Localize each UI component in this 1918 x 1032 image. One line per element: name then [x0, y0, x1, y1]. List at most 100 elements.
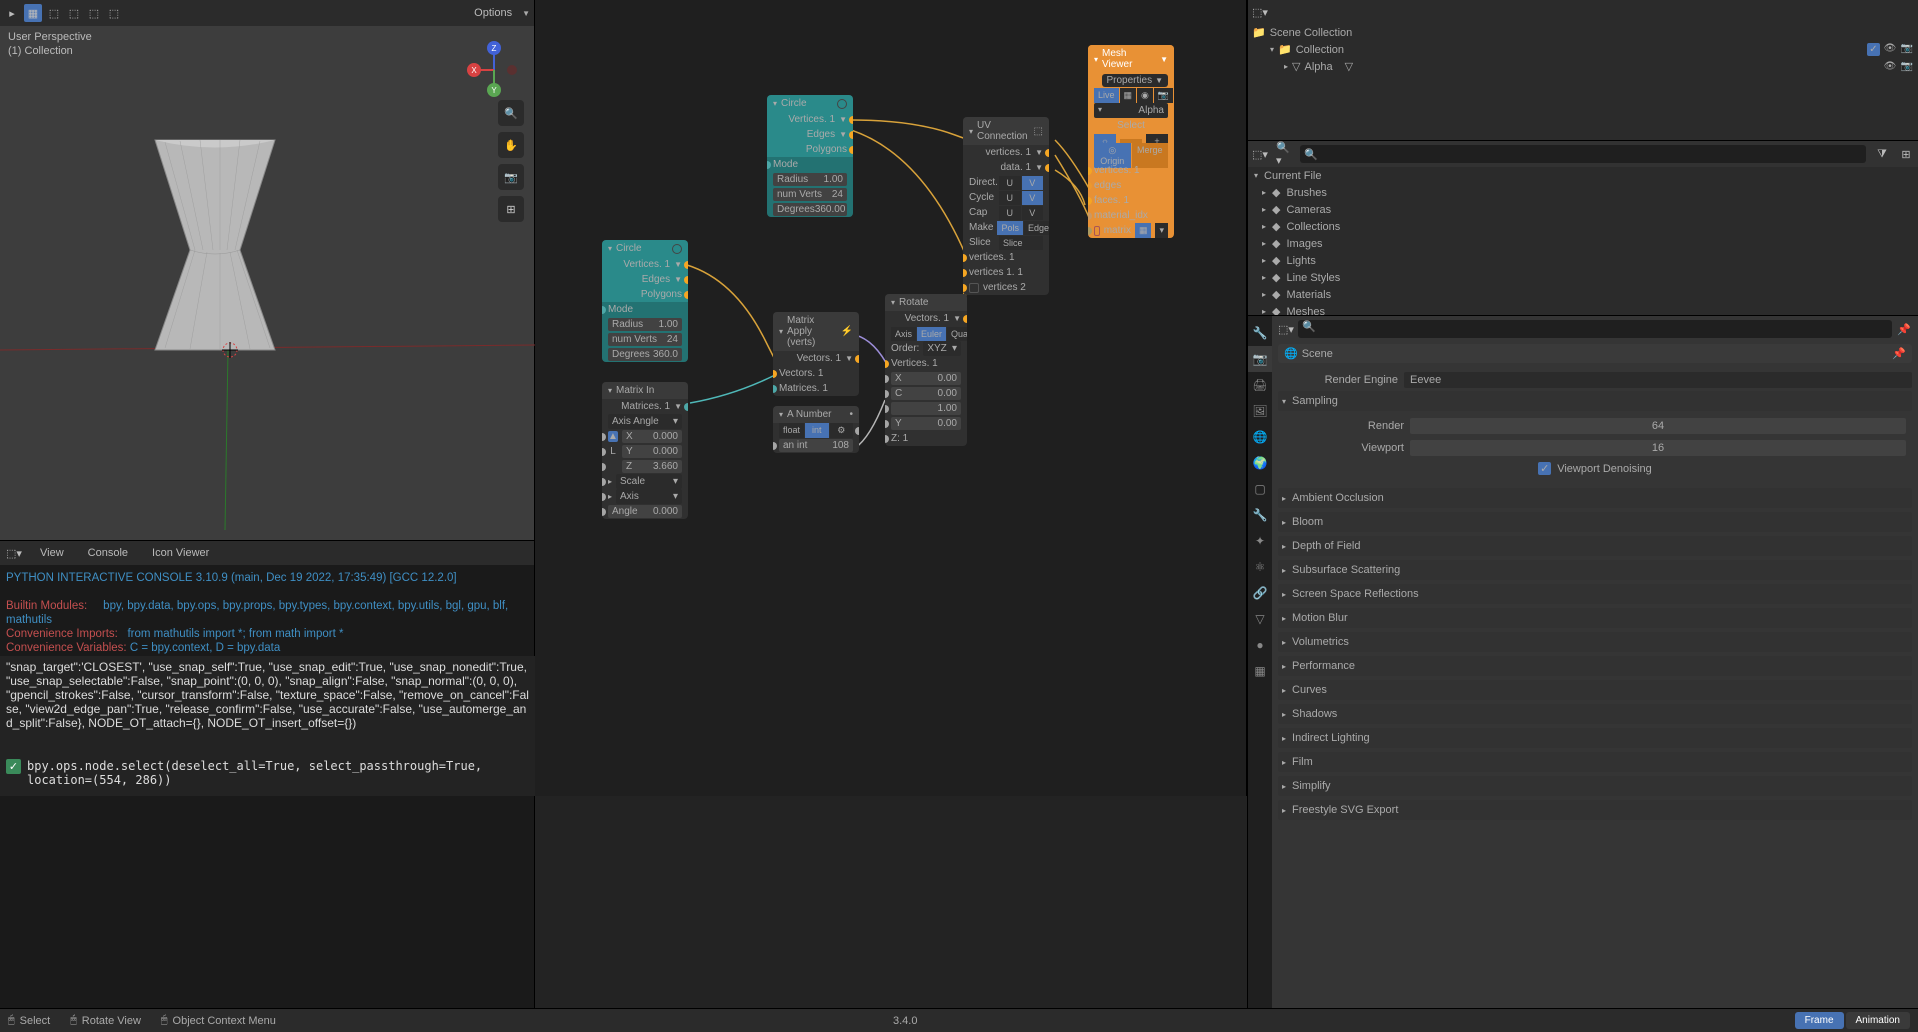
chevron-down-icon[interactable]: ▼ [522, 9, 530, 18]
tab-particle[interactable]: ✦ [1248, 528, 1272, 554]
viewport-denoising-checkbox[interactable]: ✓ [1538, 462, 1551, 475]
status-bar: 🖱 Select 🖱 Rotate View 🖱 Object Context … [0, 1008, 1918, 1032]
node-editor[interactable]: ▾Circle Vertices. 1▼ Edges▼ Polygons Mod… [535, 0, 1247, 796]
mode-icon-3[interactable]: ⬚ [66, 5, 82, 21]
viewport-header: ▸ ▦ ⬚ ⬚ ⬚ ⬚ Options ▼ [0, 0, 534, 26]
navigation-gizmo[interactable]: Z X Y [464, 40, 524, 100]
mode-icon-5[interactable]: ⬚ [106, 5, 122, 21]
pin-icon[interactable]: 📌 [1892, 347, 1906, 360]
light-icon: ◆ [1272, 254, 1280, 267]
node-circle-1[interactable]: ▾Circle Vertices. 1▼ Edges▼ Polygons Mod… [767, 95, 853, 217]
animation-button[interactable]: Animation [1846, 1012, 1910, 1029]
current-file-item[interactable]: ▸◆Line Styles [1248, 269, 1918, 286]
properties-tabs: 🔧 📷 🖨 🖼 🌐 🌍 ▢ 🔧 ✦ ⚛ 🔗 ▽ ● ▦ [1248, 316, 1272, 1032]
display-mode-icon[interactable]: ⬚▾ [1252, 146, 1268, 162]
current-file-item[interactable]: ▸◆Cameras [1248, 201, 1918, 218]
console-menu-view[interactable]: View [34, 545, 70, 561]
console-menu-iconviewer[interactable]: Icon Viewer [146, 545, 215, 561]
success-check-icon: ✓ [6, 759, 21, 774]
render-engine-select[interactable]: Eevee [1404, 372, 1912, 388]
panel-performance: ▸Performance [1278, 656, 1912, 676]
cursor-tool-icon[interactable]: ▸ [4, 5, 20, 21]
node-matrix-apply[interactable]: ▾Matrix Apply (verts)⚡ Vectors. 1▼ Vecto… [773, 312, 859, 396]
eye-icon[interactable]: 👁 [1883, 61, 1897, 72]
mode-icon-2[interactable]: ⬚ [46, 5, 62, 21]
tab-material[interactable]: ● [1248, 632, 1272, 658]
panel-subsurface-scattering: ▸Subsurface Scattering [1278, 560, 1912, 580]
panel-film: ▸Film [1278, 752, 1912, 772]
perspective-tool-icon[interactable]: ⊞ [498, 196, 524, 222]
node-circle-2[interactable]: ▾Circle Vertices. 1▼ Edges▼ Polygons Mod… [602, 240, 688, 362]
properties-search-input[interactable]: 🔍 [1298, 320, 1892, 338]
outliner-search-input[interactable]: 🔍 [1300, 145, 1866, 163]
tab-scene[interactable]: 🌐 [1248, 424, 1272, 450]
tab-output[interactable]: 🖨 [1248, 372, 1272, 398]
tab-object[interactable]: ▢ [1248, 476, 1272, 502]
tab-physics[interactable]: ⚛ [1248, 554, 1272, 580]
scene-icon: 🌐 [1284, 347, 1298, 360]
current-file-item[interactable]: ▸◆Brushes [1248, 184, 1918, 201]
render-icon[interactable]: 📷 [1900, 43, 1914, 56]
node-uv-connection[interactable]: ▾UV Connection⬚ vertices. 1▼ data. 1▼ Di… [963, 117, 1049, 295]
tab-render[interactable]: 📷 [1248, 346, 1272, 372]
mesh-viewport-object[interactable] [145, 130, 290, 360]
funnel-icon[interactable]: ⧩ [1874, 146, 1890, 162]
current-file-item[interactable]: ▸◆Collections [1248, 218, 1918, 235]
collection-enable-checkbox[interactable]: ✓ [1867, 43, 1880, 56]
select-mode-icon[interactable]: ▦ [24, 4, 42, 22]
outliner-type-icon[interactable]: ⬚▾ [1252, 4, 1268, 20]
node-a-number[interactable]: ▾A Number• floatint⚙ an int108 [773, 406, 859, 453]
tab-modifier[interactable]: 🔧 [1248, 502, 1272, 528]
pin-icon[interactable]: 📌 [1896, 321, 1912, 337]
tab-data[interactable]: ▽ [1248, 606, 1272, 632]
properties-editor: 🔧 📷 🖨 🖼 🌐 🌍 ▢ 🔧 ✦ ⚛ 🔗 ▽ ● ▦ ⬚▾ 🔍 � [1248, 315, 1918, 1032]
mouse-right-icon: 🖱 [161, 1014, 168, 1027]
linestyle-icon: ◆ [1272, 271, 1280, 284]
render-icon[interactable]: 📷 [1900, 61, 1914, 72]
filter-icon-2[interactable]: ⊞ [1898, 146, 1914, 162]
current-file-item[interactable]: ▸◆Materials [1248, 286, 1918, 303]
render-engine-field: Render Engine Eevee [1278, 369, 1912, 391]
status-context: 🖱 Object Context Menu [161, 1014, 276, 1027]
tab-view[interactable]: 🖼 [1248, 398, 1272, 424]
viewport-3d[interactable]: ▸ ▦ ⬚ ⬚ ⬚ ⬚ Options ▼ User Perspective (… [0, 0, 535, 540]
info-last-op[interactable]: ✓ bpy.ops.node.select(deselect_all=True,… [0, 755, 535, 791]
render-samples-input[interactable]: 64 [1410, 418, 1906, 434]
svg-text:Z: Z [492, 44, 497, 53]
current-file-header[interactable]: ▾Current File [1248, 167, 1918, 184]
outliner[interactable]: ⬚▾ 📁 Scene Collection ▾ 📁 Collection ✓👁📷… [1248, 0, 1918, 140]
prop-type-icon[interactable]: ⬚▾ [1278, 321, 1294, 337]
status-select: 🖱 Select [8, 1014, 50, 1027]
frame-button[interactable]: Frame [1795, 1012, 1844, 1029]
camera-tool-icon[interactable]: 📷 [498, 164, 524, 190]
node-mesh-viewer[interactable]: ▾Mesh Viewer▼ Properties▼ Live▦◉📷 ▾Alpha… [1088, 45, 1174, 238]
filter-icon[interactable]: 🔍▾ [1276, 146, 1292, 162]
viewport-samples-input[interactable]: 16 [1410, 440, 1906, 456]
outliner-row-alpha[interactable]: ▸ ▽ Alpha ▽ 👁📷 [1248, 58, 1918, 75]
cursor-3d-icon [220, 340, 240, 360]
console-menu-console[interactable]: Console [82, 545, 134, 561]
right-panel: ⬚▾ 📁 Scene Collection ▾ 📁 Collection ✓👁📷… [1247, 0, 1918, 1032]
outliner-row-scene[interactable]: 📁 Scene Collection [1248, 24, 1918, 41]
panel-sampling: ▾Sampling Render64 Viewport16 ✓Viewport … [1278, 391, 1912, 484]
options-menu[interactable]: Options [468, 5, 518, 21]
mode-icon-4[interactable]: ⬚ [86, 5, 102, 21]
collection-icon: 📁 [1278, 43, 1292, 56]
current-file-item[interactable]: ▸◆Lights [1248, 252, 1918, 269]
mouse-middle-icon: 🖱 [70, 1014, 77, 1027]
current-file-item[interactable]: ▸◆Images [1248, 235, 1918, 252]
console-type-icon[interactable]: ⬚▾ [6, 545, 22, 561]
zoom-tool-icon[interactable]: 🔍 [498, 100, 524, 126]
tab-tool[interactable]: 🔧 [1248, 320, 1272, 346]
console-banner: PYTHON INTERACTIVE CONSOLE 3.10.9 (main,… [6, 571, 528, 585]
pan-tool-icon[interactable]: ✋ [498, 132, 524, 158]
grid-axes [0, 350, 534, 530]
tab-texture[interactable]: ▦ [1248, 658, 1272, 684]
scene-selector[interactable]: 🌐 Scene 📌 [1278, 344, 1912, 363]
node-rotate[interactable]: ▾Rotate Vectors. 1▼ AxisEulerQuat Order:… [885, 294, 967, 446]
tab-constraint[interactable]: 🔗 [1248, 580, 1272, 606]
tab-world[interactable]: 🌍 [1248, 450, 1272, 476]
eye-icon[interactable]: 👁 [1883, 43, 1897, 56]
outliner-row-collection[interactable]: ▾ 📁 Collection ✓👁📷 [1248, 41, 1918, 58]
node-matrix-in[interactable]: ▾Matrix In Matrices. 1▼ Axis Angle▾ ▲X0.… [602, 382, 688, 519]
